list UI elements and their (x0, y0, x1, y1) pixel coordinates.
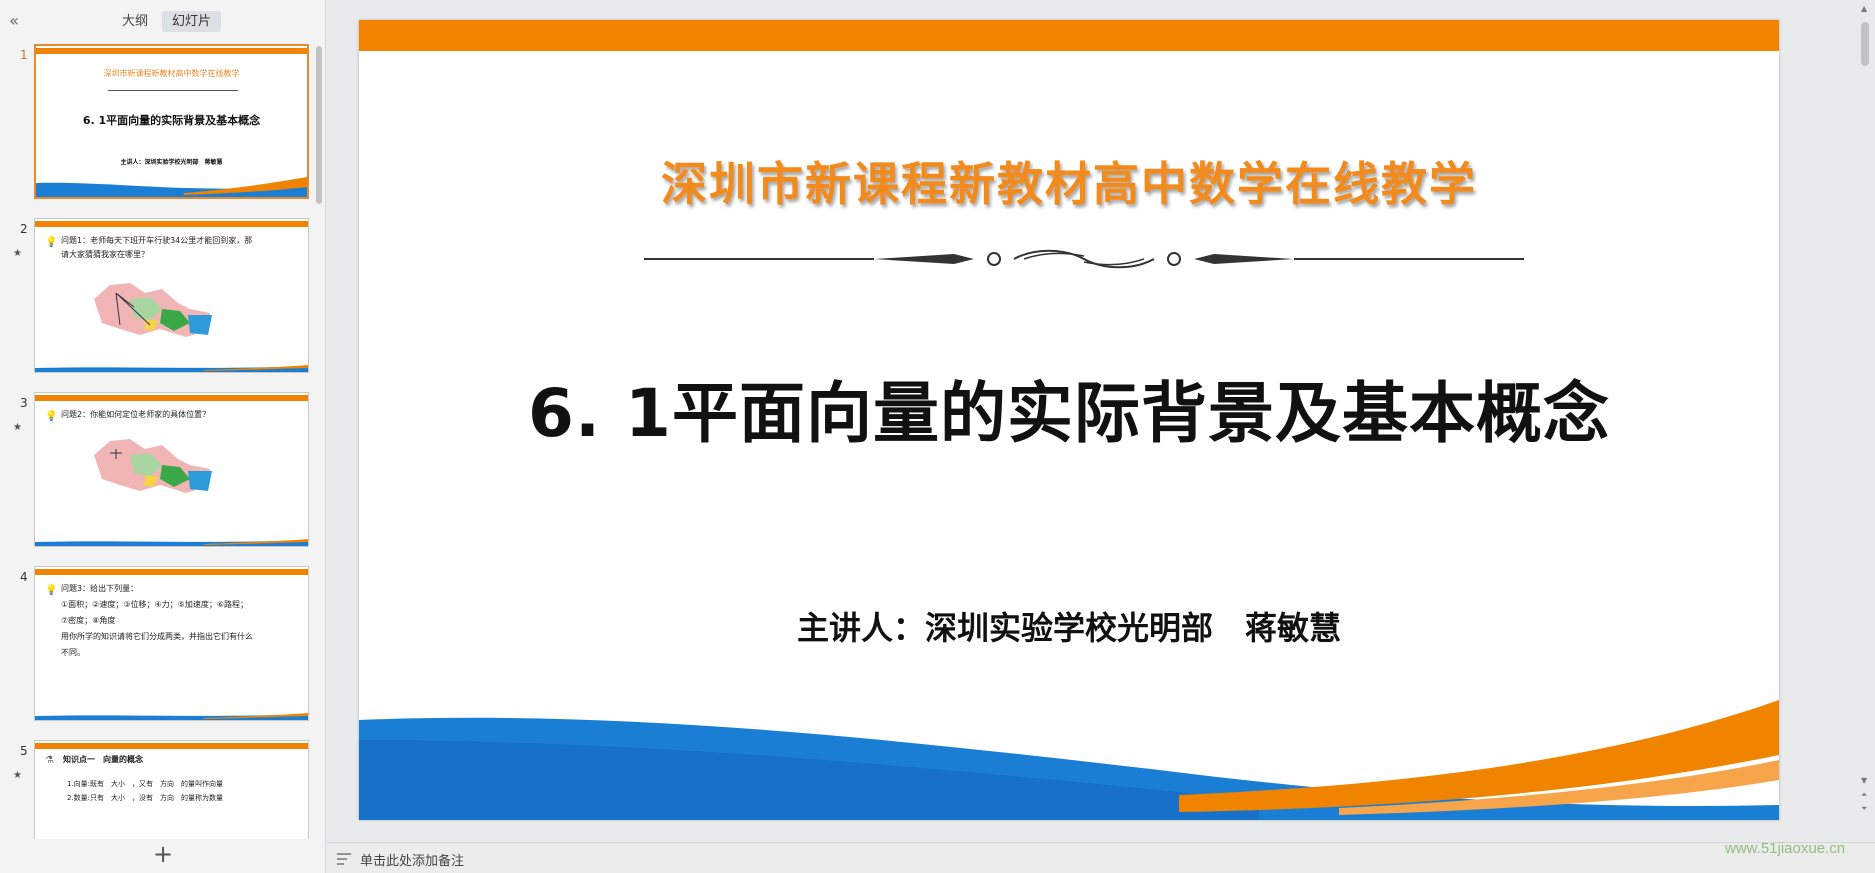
thumb-orange-bar (35, 743, 308, 749)
lightbulb-icon: 💡 (45, 237, 58, 248)
panel-scrollbar[interactable] (316, 42, 322, 839)
slide-panel: « 大纲 幻灯片 1 深圳市新课程新教材高中数学在线教学 6. 1平面向量的实际… (0, 0, 326, 873)
slide-number: 1 (20, 48, 28, 62)
thumb-wave (36, 177, 307, 197)
thumbnail-row-5: 5 ★ ⚗ 知识点一 向量的概念 1.向量:既有 大小 ，又有 方向 的量叫作向… (0, 740, 316, 839)
notes-bar: 单击此处添加备注 (327, 842, 1875, 873)
lightbulb-icon: 💡 (45, 411, 58, 422)
slide-thumbnail-2[interactable]: 💡 问题1：老师每天下班开车行驶34公里才能回到家，那 请大家猜猜我家在哪里？ (34, 218, 309, 373)
slide-thumbnail-5[interactable]: ⚗ 知识点一 向量的概念 1.向量:既有 大小 ，又有 方向 的量叫作向量 2.… (34, 740, 309, 839)
tab-outline[interactable]: 大纲 (112, 11, 158, 32)
thumb-text-line: 2.数量:只有 大小 ，没有 方向 的量称为数量 (67, 794, 224, 802)
tab-slides[interactable]: 幻灯片 (162, 11, 222, 32)
thumbnail-row-3: 3 ★ 💡 问题2：你能如何定位老师家的具体位置？ (0, 392, 316, 552)
map-image (94, 439, 212, 493)
slide-presenter[interactable]: 主讲人：深圳实验学校光明部 蒋敏慧 (359, 603, 1779, 649)
thumb-text-line: 问题2：你能如何定位老师家的具体位置？ (61, 410, 211, 419)
thumb-main-title: 6. 1平面向量的实际背景及基本概念 (82, 114, 261, 127)
thumb-text-line: 问题3：给出下列量： (61, 584, 139, 593)
slide-number: 5 (20, 744, 28, 758)
slide-number: 3 (20, 396, 28, 410)
notes-icon (337, 853, 351, 865)
next-page-icon[interactable]: ⏷ (1861, 804, 1867, 814)
slide-orange-bar (359, 20, 1779, 51)
canvas-scroll-thumb[interactable] (1861, 22, 1869, 66)
notes-input[interactable]: 单击此处添加备注 (360, 850, 464, 869)
lightbulb-icon: 💡 (45, 585, 58, 596)
current-slide[interactable]: 深圳市新课程新教材高中数学在线教学 6. 1平面向量的实际背景及基本概念 主讲人… (359, 20, 1779, 820)
slide-org-title[interactable]: 深圳市新课程新教材高中数学在线教学 (359, 148, 1779, 214)
thumbnail-list[interactable]: 1 深圳市新课程新教材高中数学在线教学 6. 1平面向量的实际背景及基本概念 主… (0, 42, 316, 839)
slide-number: 4 (20, 570, 28, 584)
thumb-orange-bar (35, 221, 308, 227)
thumb-orange-bar (35, 569, 308, 575)
canvas-scrollbar[interactable]: ▲ ▼ ⏶ ⏷ (1858, 0, 1872, 842)
thumb-text-line: ①面积；②速度；③位移；④力；⑤加速度；⑥路程； (61, 600, 249, 609)
thumbnail-row-1: 1 深圳市新课程新教材高中数学在线教学 6. 1平面向量的实际背景及基本概念 主… (0, 44, 316, 204)
slide-number: 2 (20, 222, 28, 236)
thumb-orange-bar (35, 395, 308, 401)
thumb-divider (108, 90, 238, 91)
thumb-org-title: 深圳市新课程新教材高中数学在线教学 (103, 69, 240, 78)
map-image (94, 283, 212, 337)
animation-star-icon: ★ (13, 248, 22, 259)
view-tabs: 大纲 幻灯片 (112, 11, 222, 32)
ornament-divider (644, 249, 1524, 269)
animation-star-icon: ★ (13, 770, 22, 781)
prev-page-icon[interactable]: ⏶ (1861, 790, 1867, 800)
thumb-text-line: 问题1：老师每天下班开车行驶34公里才能回到家，那 (61, 236, 253, 245)
thumb-wave (35, 365, 308, 372)
thumbnail-row-4: 4 💡 问题3：给出下列量： ①面积；②速度；③位移；④力；⑤加速度；⑥路程； … (0, 566, 316, 726)
slide-thumbnail-4[interactable]: 💡 问题3：给出下列量： ①面积；②速度；③位移；④力；⑤加速度；⑥路程； ⑦密… (34, 566, 309, 721)
thumb-text-line: 不同。 (61, 648, 85, 657)
collapse-panel-icon[interactable]: « (4, 11, 24, 31)
slide-thumbnail-1[interactable]: 深圳市新课程新教材高中数学在线教学 6. 1平面向量的实际背景及基本概念 主讲人… (34, 44, 309, 199)
thumbnail-row-2: 2 ★ 💡 问题1：老师每天下班开车行驶34公里才能回到家，那 请大家猜猜我家在… (0, 218, 316, 378)
thumb-wave (35, 539, 308, 546)
thumb-presenter: 主讲人：深圳实验学校光明部 蒋敏慧 (120, 159, 223, 166)
slide-wave-decoration (359, 700, 1779, 820)
panel-scroll-thumb[interactable] (316, 46, 322, 204)
slide-thumbnail-3[interactable]: 💡 问题2：你能如何定位老师家的具体位置？ (34, 392, 309, 547)
thumb-text-line: 1.向量:既有 大小 ，又有 方向 的量叫作向量 (67, 780, 224, 788)
thumb-wave (35, 713, 308, 720)
slide-main-title[interactable]: 6. 1平面向量的实际背景及基本概念 (359, 360, 1779, 456)
watermark-text: www.51jiaoxue.cn (1725, 840, 1846, 857)
thumb-text-line: 知识点一 向量的概念 (63, 755, 143, 764)
add-slide-button[interactable]: + (150, 842, 176, 868)
thumb-text-line: 用你所学的知识请将它们分成两类，并指出它们有什么 (61, 632, 253, 641)
thumb-text-line: 请大家猜猜我家在哪里？ (61, 250, 149, 259)
microscope-icon: ⚗ (45, 755, 54, 766)
scroll-down-icon[interactable]: ▼ (1861, 776, 1867, 785)
animation-star-icon: ★ (13, 422, 22, 433)
scroll-up-icon[interactable]: ▲ (1861, 4, 1867, 13)
slide-canvas: 深圳市新课程新教材高中数学在线教学 6. 1平面向量的实际背景及基本概念 主讲人… (327, 0, 1875, 842)
thumb-text-line: ⑦密度；⑧角度 (61, 616, 116, 625)
thumb-orange-bar (36, 48, 307, 54)
